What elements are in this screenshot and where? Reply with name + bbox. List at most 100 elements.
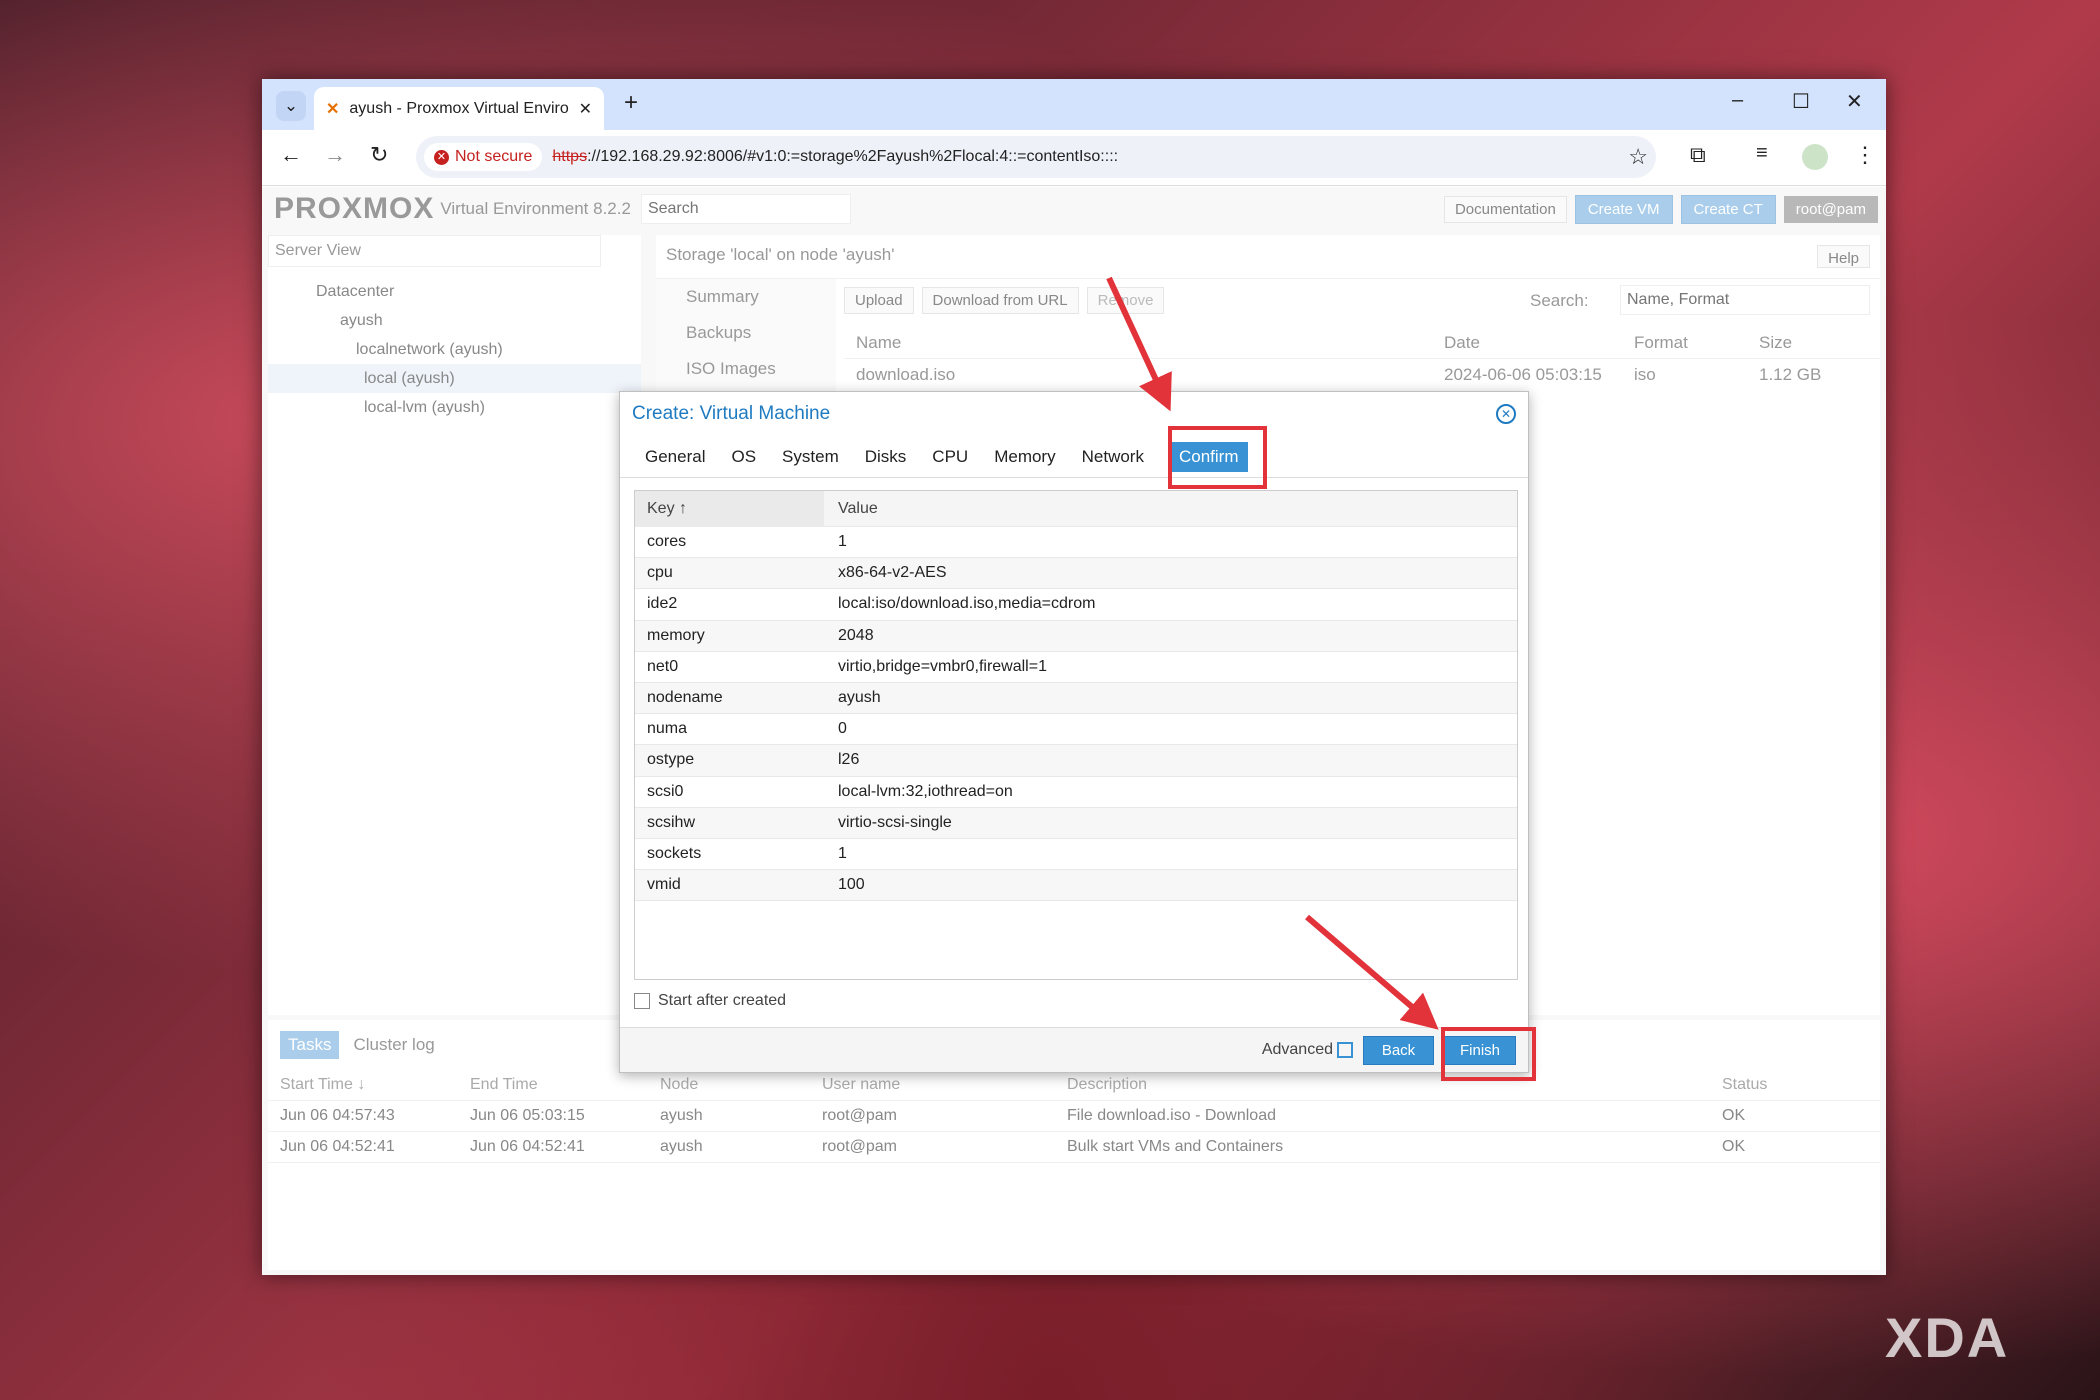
row-value: 1 <box>838 533 847 551</box>
task-row[interactable]: Jun 06 04:57:43 Jun 06 05:03:15 ayush root@… <box>268 1101 1880 1132</box>
confirm-row[interactable]: vmid 100 <box>635 870 1517 902</box>
view-selector[interactable]: Server View <box>268 235 601 267</box>
row-value: x86-64-v2-AES <box>838 564 947 582</box>
confirm-row[interactable]: memory 2048 <box>635 620 1517 652</box>
proxmox-favicon-icon: ✕ <box>326 100 340 118</box>
row-value: 1 <box>838 844 847 862</box>
warning-icon: ✕ <box>434 149 449 165</box>
help-button[interactable]: Help <box>1817 245 1870 268</box>
row-key: ide2 <box>647 595 678 613</box>
row-value: virtio,bridge=vmbr0,firewall=1 <box>838 657 1047 675</box>
upload-button[interactable]: Upload <box>844 287 914 314</box>
row-value: virtio-scsi-single <box>838 813 952 831</box>
close-icon[interactable]: ✕ <box>1496 404 1516 424</box>
confirm-row[interactable]: ostype l26 <box>635 745 1517 777</box>
back-button[interactable]: Back <box>1363 1035 1434 1065</box>
tab-cpu[interactable]: CPU <box>919 447 981 467</box>
tab-network[interactable]: Network <box>1069 447 1157 467</box>
download-url-button[interactable]: Download from URL <box>921 287 1079 314</box>
row-value: 2048 <box>838 626 874 644</box>
maximize-icon[interactable]: ☐ <box>1792 89 1810 114</box>
column-format[interactable]: Format <box>1634 333 1759 353</box>
tab-os[interactable]: OS <box>718 447 769 467</box>
start-after-created-checkbox[interactable]: Start after created <box>620 980 1528 1022</box>
nav-backups[interactable]: Backups <box>686 315 836 351</box>
confirm-row[interactable]: scsihw virtio-scsi-single <box>635 807 1517 839</box>
tree-item-datacenter[interactable]: Datacenter <box>288 277 641 306</box>
row-key: ostype <box>647 751 695 769</box>
confirm-row[interactable]: cpu x86-64-v2-AES <box>635 558 1517 590</box>
resource-tree: Server View Datacenter ayush localnetwor… <box>268 235 641 1015</box>
bookmark-star-icon[interactable]: ☆ <box>1628 144 1648 170</box>
row-key: numa <box>647 720 688 738</box>
advanced-checkbox[interactable] <box>1337 1042 1353 1058</box>
content-search-input[interactable] <box>1620 285 1870 315</box>
reload-icon[interactable]: ↻ <box>370 142 388 168</box>
row-key: sockets <box>647 844 702 862</box>
proxmox-logo: PROXMOX <box>274 192 435 225</box>
search-input[interactable] <box>640 194 851 224</box>
panel-title: Storage 'local' on node 'ayush' <box>666 245 895 264</box>
extensions-icon[interactable]: ⧉ <box>1690 142 1706 168</box>
tab-disks[interactable]: Disks <box>852 447 920 467</box>
documentation-button[interactable]: Documentation <box>1443 195 1567 223</box>
menu-icon[interactable]: ⋮ <box>1854 142 1876 168</box>
row-key: nodename <box>647 689 723 707</box>
column-date[interactable]: Date <box>1444 333 1634 353</box>
close-tab-icon[interactable]: ✕ <box>579 99 592 119</box>
row-key: net0 <box>647 657 679 675</box>
tab-search-icon[interactable]: ⌄ <box>276 91 306 121</box>
create-ct-button[interactable]: Create CT <box>1680 194 1776 224</box>
browser-window: ⌄ ✕ ayush - Proxmox Virtual Enviro ✕ + –… <box>262 79 1886 1275</box>
browser-tab[interactable]: ✕ ayush - Proxmox Virtual Enviro ✕ <box>314 87 604 130</box>
column-name[interactable]: Name <box>844 333 1444 353</box>
minimize-icon[interactable]: – <box>1732 89 1743 112</box>
confirm-row[interactable]: sockets 1 <box>635 839 1517 871</box>
task-row[interactable]: Jun 06 04:52:41 Jun 06 04:52:41 ayush root@… <box>268 1132 1880 1163</box>
security-badge[interactable]: ✕ Not secure <box>424 143 543 171</box>
row-value: ayush <box>838 689 881 707</box>
close-window-icon[interactable]: ✕ <box>1846 89 1863 114</box>
row-key: scsihw <box>647 813 696 831</box>
column-key[interactable]: Key ↑ <box>635 490 824 527</box>
confirm-row[interactable]: scsi0 local-lvm:32,iothread=on <box>635 777 1517 808</box>
address-bar[interactable]: ✕ Not secure https://192.168.29.92:8006/#… <box>416 136 1656 178</box>
confirm-row[interactable]: net0 virtio,bridge=vmbr0,firewall=1 <box>635 652 1517 683</box>
create-vm-button[interactable]: Create VM <box>1574 194 1673 224</box>
row-value: l26 <box>838 751 860 769</box>
avatar[interactable] <box>1802 144 1828 170</box>
iso-row[interactable]: download.iso 2024-06-06 05:03:15 iso 1.12 G… <box>844 359 1880 391</box>
tree-item-localnetwork[interactable]: localnetwork (ayush) <box>288 335 641 364</box>
confirm-row[interactable]: nodename ayush <box>635 682 1517 715</box>
confirm-row[interactable]: numa 0 <box>635 714 1517 746</box>
tree-item-local-lvm[interactable]: local-lvm (ayush) <box>288 393 641 422</box>
tab-general[interactable]: General <box>632 447 718 467</box>
row-key: scsi0 <box>647 782 684 800</box>
row-key: cpu <box>647 564 673 582</box>
tab-memory[interactable]: Memory <box>981 447 1068 467</box>
tab-tasks[interactable]: Tasks <box>280 1031 340 1059</box>
new-tab-icon[interactable]: + <box>624 89 638 117</box>
forward-icon[interactable]: → <box>324 142 346 168</box>
back-icon[interactable]: ← <box>280 142 302 168</box>
nav-iso-images[interactable]: ISO Images <box>686 351 836 387</box>
column-value[interactable]: Value <box>824 500 878 518</box>
tree-item-node[interactable]: ayush <box>288 306 641 335</box>
row-key: memory <box>647 626 705 644</box>
dialog-title: Create: Virtual Machine <box>632 403 831 424</box>
media-icon[interactable]: ≡ <box>1756 142 1768 165</box>
tab-cluster-log[interactable]: Cluster log <box>353 1035 434 1055</box>
user-menu-button[interactable]: root@pam <box>1783 195 1878 223</box>
address-bar-row: ← → ↻ ✕ Not secure https://192.168.29.92:… <box>262 130 1886 186</box>
remove-button[interactable]: Remove <box>1086 287 1165 314</box>
tab-system[interactable]: System <box>769 447 852 467</box>
nav-summary[interactable]: Summary <box>686 279 836 315</box>
confirm-row[interactable]: cores 1 <box>635 527 1517 559</box>
confirm-highlight-box <box>1168 426 1267 489</box>
column-size[interactable]: Size <box>1759 333 1792 353</box>
tree-item-local[interactable]: local (ayush) <box>268 364 641 393</box>
confirm-row[interactable]: ide2 local:iso/download.iso,media=cdrom <box>635 589 1517 621</box>
finish-highlight-box <box>1441 1027 1536 1081</box>
xda-watermark: XDA <box>1885 1306 2010 1369</box>
row-key: cores <box>647 533 687 551</box>
